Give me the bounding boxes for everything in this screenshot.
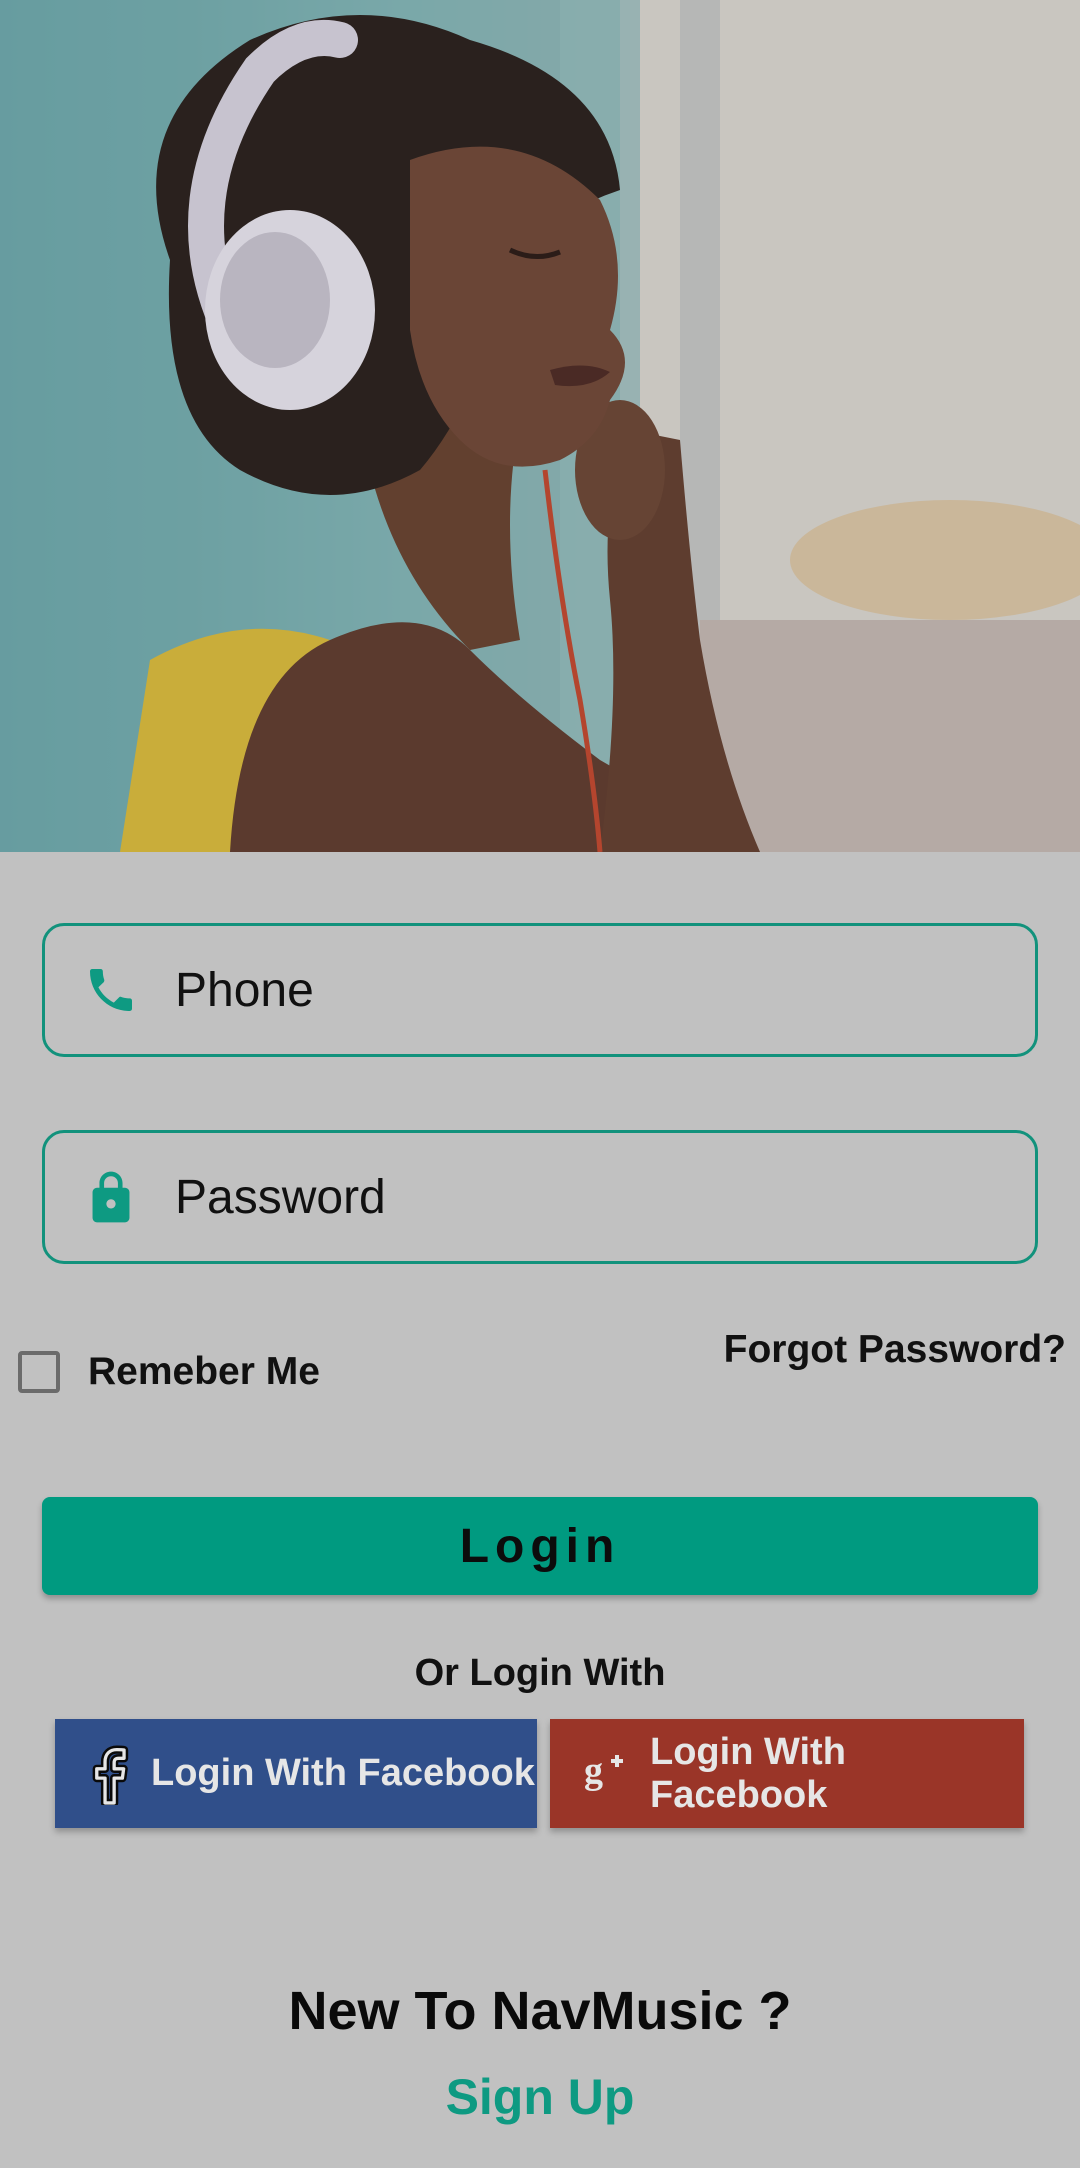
- forgot-password-link[interactable]: Forgot Password?: [724, 1328, 1066, 1372]
- phone-field[interactable]: [42, 923, 1038, 1057]
- phone-icon: [81, 960, 141, 1020]
- phone-input[interactable]: [175, 962, 1035, 1018]
- or-login-with-label: Or Login With: [414, 1652, 666, 1694]
- facebook-login-button[interactable]: Login With Facebook: [55, 1719, 537, 1828]
- hero-image: [0, 0, 1080, 852]
- new-to-navmusic-label: New To NavMusic ?: [288, 1981, 792, 2041]
- svg-text:g: g: [584, 1751, 603, 1792]
- google-plus-icon: g: [584, 1751, 630, 1797]
- remember-me[interactable]: Remeber Me: [18, 1350, 320, 1394]
- google-login-button[interactable]: g Login With Facebook: [550, 1719, 1024, 1828]
- facebook-login-label: Login With Facebook: [151, 1752, 535, 1794]
- facebook-icon: [89, 1743, 131, 1805]
- sign-up-link[interactable]: Sign Up: [0, 2068, 1080, 2126]
- remember-label: Remeber Me: [88, 1350, 320, 1393]
- remember-checkbox[interactable]: [18, 1351, 60, 1393]
- google-login-label: Login With Facebook: [650, 1730, 846, 1816]
- password-input[interactable]: [175, 1169, 1035, 1225]
- login-button[interactable]: Login: [42, 1497, 1038, 1595]
- lock-icon: [81, 1167, 141, 1227]
- password-field[interactable]: [42, 1130, 1038, 1264]
